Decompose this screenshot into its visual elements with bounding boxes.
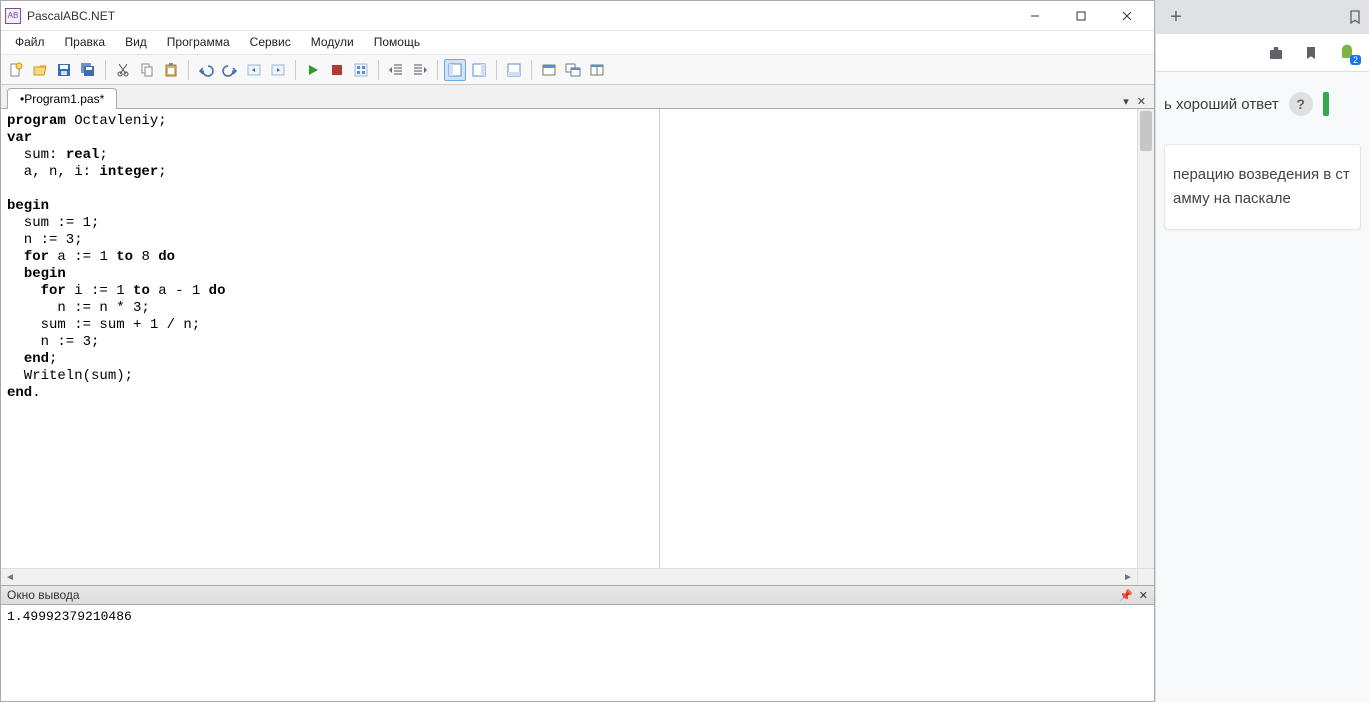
menubar: Файл Правка Вид Программа Сервис Модули …	[1, 31, 1154, 55]
editor-vertical-divider	[659, 109, 660, 568]
menu-program[interactable]: Программа	[157, 31, 240, 54]
indent-left-icon[interactable]	[385, 59, 407, 81]
editor-tabbar: •Program1.pas* ▾ ✕	[1, 85, 1154, 109]
panel3-icon[interactable]	[503, 59, 525, 81]
maximize-button[interactable]	[1058, 1, 1104, 31]
paste-icon[interactable]	[160, 59, 182, 81]
nav-back-icon[interactable]	[243, 59, 265, 81]
toolbar-separator	[295, 60, 296, 80]
scrollbar-corner	[1137, 569, 1154, 585]
menu-help[interactable]: Помощь	[364, 31, 430, 54]
scroll-left-icon[interactable]: ◄	[3, 572, 17, 583]
browser-bookmark-icon[interactable]	[1303, 44, 1319, 62]
window3-icon[interactable]	[586, 59, 608, 81]
ide-window: AB PascalABC.NET Файл Правка Вид Програм…	[0, 0, 1155, 702]
browser-toolbar: 2	[1156, 34, 1369, 72]
help-icon[interactable]: ?	[1289, 92, 1313, 116]
new-tab-button[interactable]: +	[1162, 3, 1190, 31]
save-all-icon[interactable]	[77, 59, 99, 81]
question-line-2: амму на паскале	[1173, 187, 1356, 211]
save-icon[interactable]	[53, 59, 75, 81]
green-accent-icon	[1323, 92, 1329, 116]
toolbar-separator	[105, 60, 106, 80]
cut-icon[interactable]	[112, 59, 134, 81]
toolbar	[1, 55, 1154, 85]
output-close-icon[interactable]: ✕	[1139, 589, 1148, 602]
toolbar-separator	[188, 60, 189, 80]
question-card: перацию возведения в ст амму на паскале	[1164, 144, 1361, 230]
window2-icon[interactable]	[562, 59, 584, 81]
panel2-icon[interactable]	[468, 59, 490, 81]
run-icon[interactable]	[302, 59, 324, 81]
editor-area: program Octavleniy; var sum: real; a, n,…	[1, 109, 1154, 568]
toolbar-separator	[437, 60, 438, 80]
browser-android-extension-icon[interactable]: 2	[1337, 43, 1357, 63]
output-pin-icon[interactable]: 📌	[1119, 589, 1133, 602]
toolbar-separator	[496, 60, 497, 80]
output-panel-title: Окно вывода	[7, 588, 80, 602]
editor-tab-program1[interactable]: •Program1.pas*	[7, 88, 117, 109]
toolbar-separator	[378, 60, 379, 80]
copy-icon[interactable]	[136, 59, 158, 81]
menu-edit[interactable]: Правка	[55, 31, 116, 54]
browser-window-partial: + 2 ь хороший ответ ?	[1155, 0, 1369, 702]
horizontal-scrollbar[interactable]: ◄ ►	[1, 569, 1137, 585]
app-icon: AB	[5, 8, 21, 24]
browser-bookmark-alt-icon[interactable]	[1347, 9, 1363, 25]
tabbar-dropdown-icon[interactable]: ▾	[1121, 95, 1131, 108]
tabbar-close-icon[interactable]: ✕	[1135, 95, 1148, 108]
menu-file[interactable]: Файл	[5, 31, 55, 54]
compile-icon[interactable]	[350, 59, 372, 81]
toolbar-separator	[531, 60, 532, 80]
code-editor[interactable]: program Octavleniy; var sum: real; a, n,…	[1, 109, 1137, 568]
question-line-1: перацию возведения в ст	[1173, 163, 1356, 187]
menu-modules[interactable]: Модули	[301, 31, 364, 54]
new-file-icon[interactable]	[5, 59, 27, 81]
menu-view[interactable]: Вид	[115, 31, 157, 54]
answer-hint-row: ь хороший ответ ?	[1164, 92, 1361, 116]
stop-icon[interactable]	[326, 59, 348, 81]
indent-right-icon[interactable]	[409, 59, 431, 81]
vertical-scrollbar[interactable]	[1137, 109, 1154, 568]
scrollbar-thumb[interactable]	[1140, 111, 1152, 151]
output-panel-body[interactable]: 1.49992379210486	[1, 605, 1154, 701]
output-panel-header: Окно вывода 📌 ✕	[1, 585, 1154, 605]
scroll-right-icon[interactable]: ►	[1121, 572, 1135, 583]
extension-badge-count: 2	[1350, 55, 1361, 65]
undo-icon[interactable]	[195, 59, 217, 81]
horizontal-scrollbar-row: ◄ ►	[1, 568, 1154, 585]
panel1-icon[interactable]	[444, 59, 466, 81]
menu-service[interactable]: Сервис	[240, 31, 301, 54]
titlebar: AB PascalABC.NET	[1, 1, 1154, 31]
minimize-button[interactable]	[1012, 1, 1058, 31]
browser-tabstrip: +	[1156, 0, 1369, 34]
browser-page-content: ь хороший ответ ? перацию возведения в с…	[1156, 72, 1369, 702]
window1-icon[interactable]	[538, 59, 560, 81]
window-title: PascalABC.NET	[27, 9, 1012, 23]
nav-forward-icon[interactable]	[267, 59, 289, 81]
close-button[interactable]	[1104, 1, 1150, 31]
open-file-icon[interactable]	[29, 59, 51, 81]
answer-hint-text: ь хороший ответ	[1164, 96, 1279, 113]
redo-icon[interactable]	[219, 59, 241, 81]
browser-extensions-icon[interactable]	[1267, 44, 1285, 62]
